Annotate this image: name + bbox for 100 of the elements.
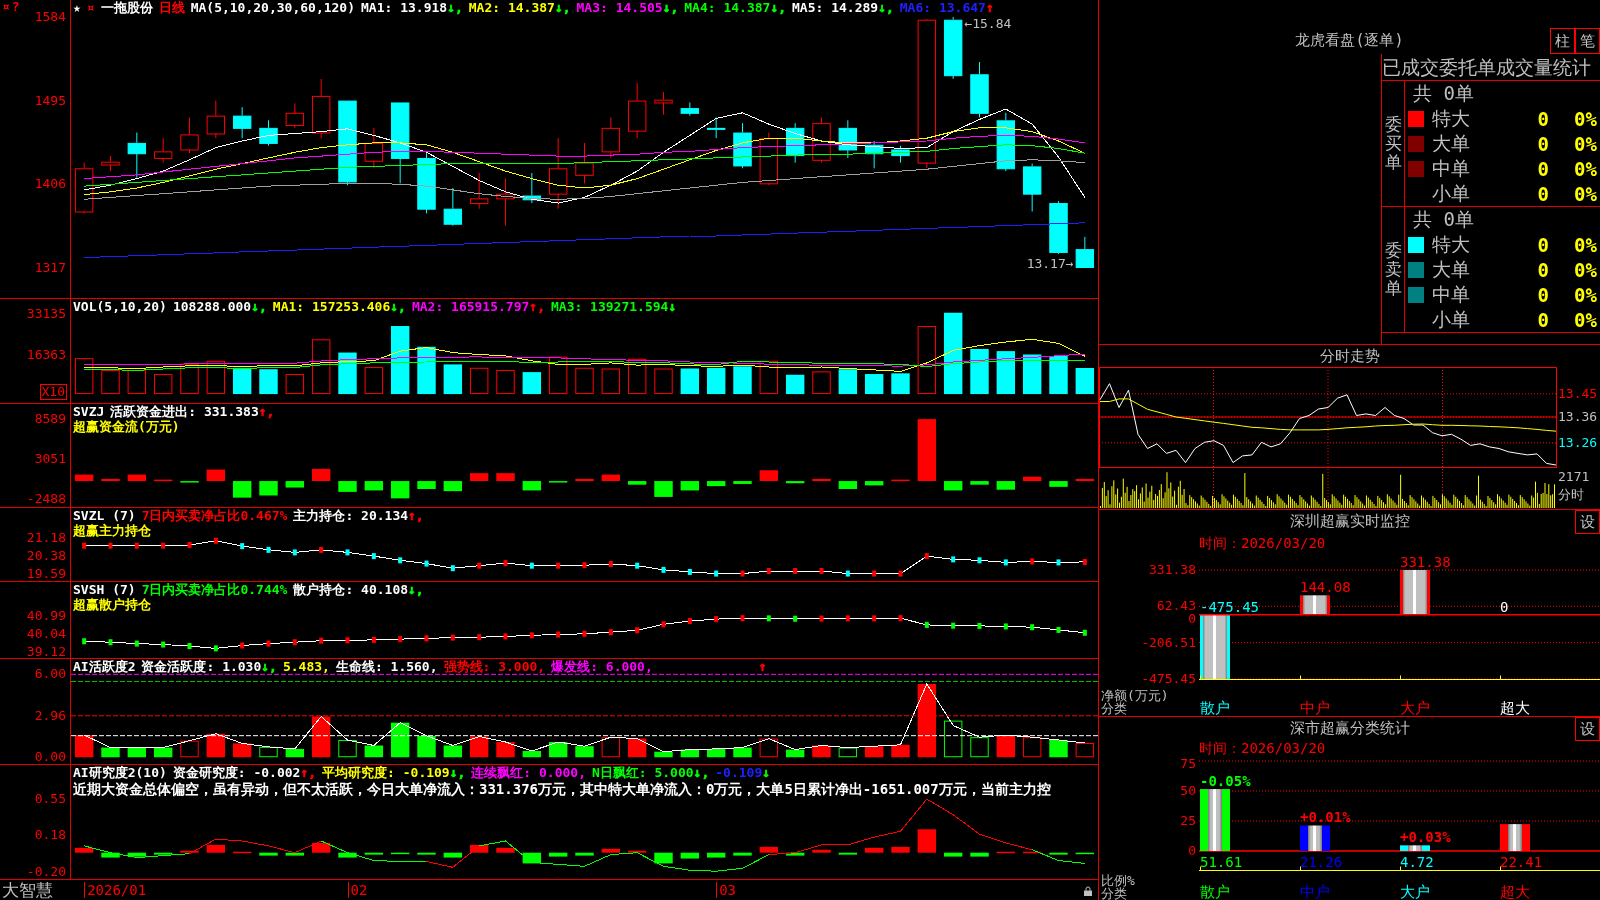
bar [285, 748, 305, 758]
axis-title: 分类 [1101, 887, 1127, 900]
order-percent: 0% [1573, 284, 1597, 306]
bar [74, 358, 94, 395]
data-point [1082, 629, 1087, 636]
order-count: 0 [1536, 284, 1549, 306]
candlestick [891, 145, 910, 164]
data-point [582, 630, 587, 637]
order-type: 小单 [1432, 181, 1471, 206]
trend-arrow: ↓, [251, 299, 267, 314]
candlestick [838, 119, 858, 159]
legend-text: -0.109 [715, 765, 763, 780]
data-point [1003, 623, 1008, 630]
bar [1022, 476, 1042, 482]
candlestick [996, 112, 1016, 172]
bar [838, 852, 858, 855]
bar [891, 846, 910, 853]
bar [206, 469, 226, 482]
data-point [898, 570, 903, 577]
data-point [82, 542, 87, 549]
axis-label: -0.20 [26, 865, 66, 879]
data-point [398, 636, 403, 643]
candlestick [1075, 236, 1095, 269]
group-label: 委卖单 [1384, 241, 1402, 298]
bar [996, 481, 1016, 490]
bar [259, 852, 278, 856]
bar [838, 481, 858, 489]
bar [101, 478, 120, 482]
data-point [845, 615, 850, 622]
data-point [398, 557, 403, 564]
legend-text: MA3: 139271.594 [551, 299, 669, 314]
legend-text: 7日内买卖净占比0.744% [141, 582, 288, 597]
bar [417, 481, 436, 489]
bar [443, 745, 463, 758]
data-point [766, 568, 771, 574]
data-point [714, 570, 719, 577]
bar [706, 367, 726, 395]
candlestick [364, 127, 384, 169]
order-type: 特大 [1432, 232, 1471, 257]
axis-label: 0 [1188, 612, 1196, 627]
axis-label: 33135 [26, 307, 66, 322]
legend-text: MA(5,10,20,30,60,120) [190, 0, 356, 15]
data-point [898, 615, 903, 622]
bar [1200, 614, 1230, 679]
bar [759, 360, 779, 395]
category-label: 大户 [1399, 701, 1431, 716]
change-label: -0.05% [1200, 773, 1251, 790]
bar [443, 481, 463, 492]
order-percent: 0% [1573, 259, 1597, 281]
axis-label: -206.51 [1141, 635, 1196, 650]
data-label: 22.41 [1500, 854, 1543, 870]
settings-button[interactable]: 设 [1575, 717, 1600, 741]
axis-label: 62.43 [1156, 599, 1196, 614]
bar [759, 846, 779, 853]
data-point [371, 553, 376, 560]
axis-label: 2171 [1558, 470, 1590, 484]
bar [153, 852, 173, 855]
mode-button[interactable]: 笔 [1575, 28, 1600, 54]
order-percent: 0% [1573, 183, 1597, 205]
candlestick [496, 178, 515, 227]
settings-button[interactable]: 设 [1575, 510, 1600, 534]
trend-arrow: ↓, [878, 0, 894, 15]
order-count: 0 [1536, 259, 1549, 281]
candlestick [522, 172, 542, 204]
bar [1049, 355, 1068, 395]
bar [654, 751, 673, 758]
bar [232, 481, 252, 498]
trend-arrow: ↓, [408, 582, 424, 597]
data-point [213, 537, 218, 544]
order-total: 共 0单 [1412, 81, 1475, 106]
bar [575, 478, 594, 482]
data-point [240, 642, 245, 649]
data-point [161, 641, 166, 648]
axis-label: 40.99 [26, 608, 66, 623]
candlestick [1049, 200, 1068, 255]
bar [259, 746, 278, 758]
date-label: 02 [347, 882, 368, 898]
bar [996, 351, 1016, 395]
category-label: 超大 [1499, 885, 1531, 900]
mode-button[interactable]: 柱 [1550, 28, 1575, 54]
trend-arrow: ↓, [390, 299, 406, 314]
bar [575, 852, 594, 856]
price-label: ←15.84 [964, 15, 1012, 31]
data-point [872, 615, 877, 622]
axis-label: 13.26 [1558, 435, 1598, 450]
bar [970, 348, 989, 395]
bar [891, 479, 910, 482]
bar [680, 852, 700, 859]
axis-label: 0.00 [34, 750, 66, 764]
candlestick [469, 172, 489, 210]
axis-label: 25 [1180, 814, 1196, 828]
data-point [819, 568, 824, 574]
axis-label: 40.04 [26, 627, 66, 642]
data-point [345, 637, 350, 644]
data-point [213, 645, 218, 652]
bar [864, 481, 884, 486]
data-point [977, 622, 982, 629]
candlestick [759, 132, 779, 186]
bar [74, 847, 94, 853]
trend-arrow: ↓, [662, 0, 679, 15]
